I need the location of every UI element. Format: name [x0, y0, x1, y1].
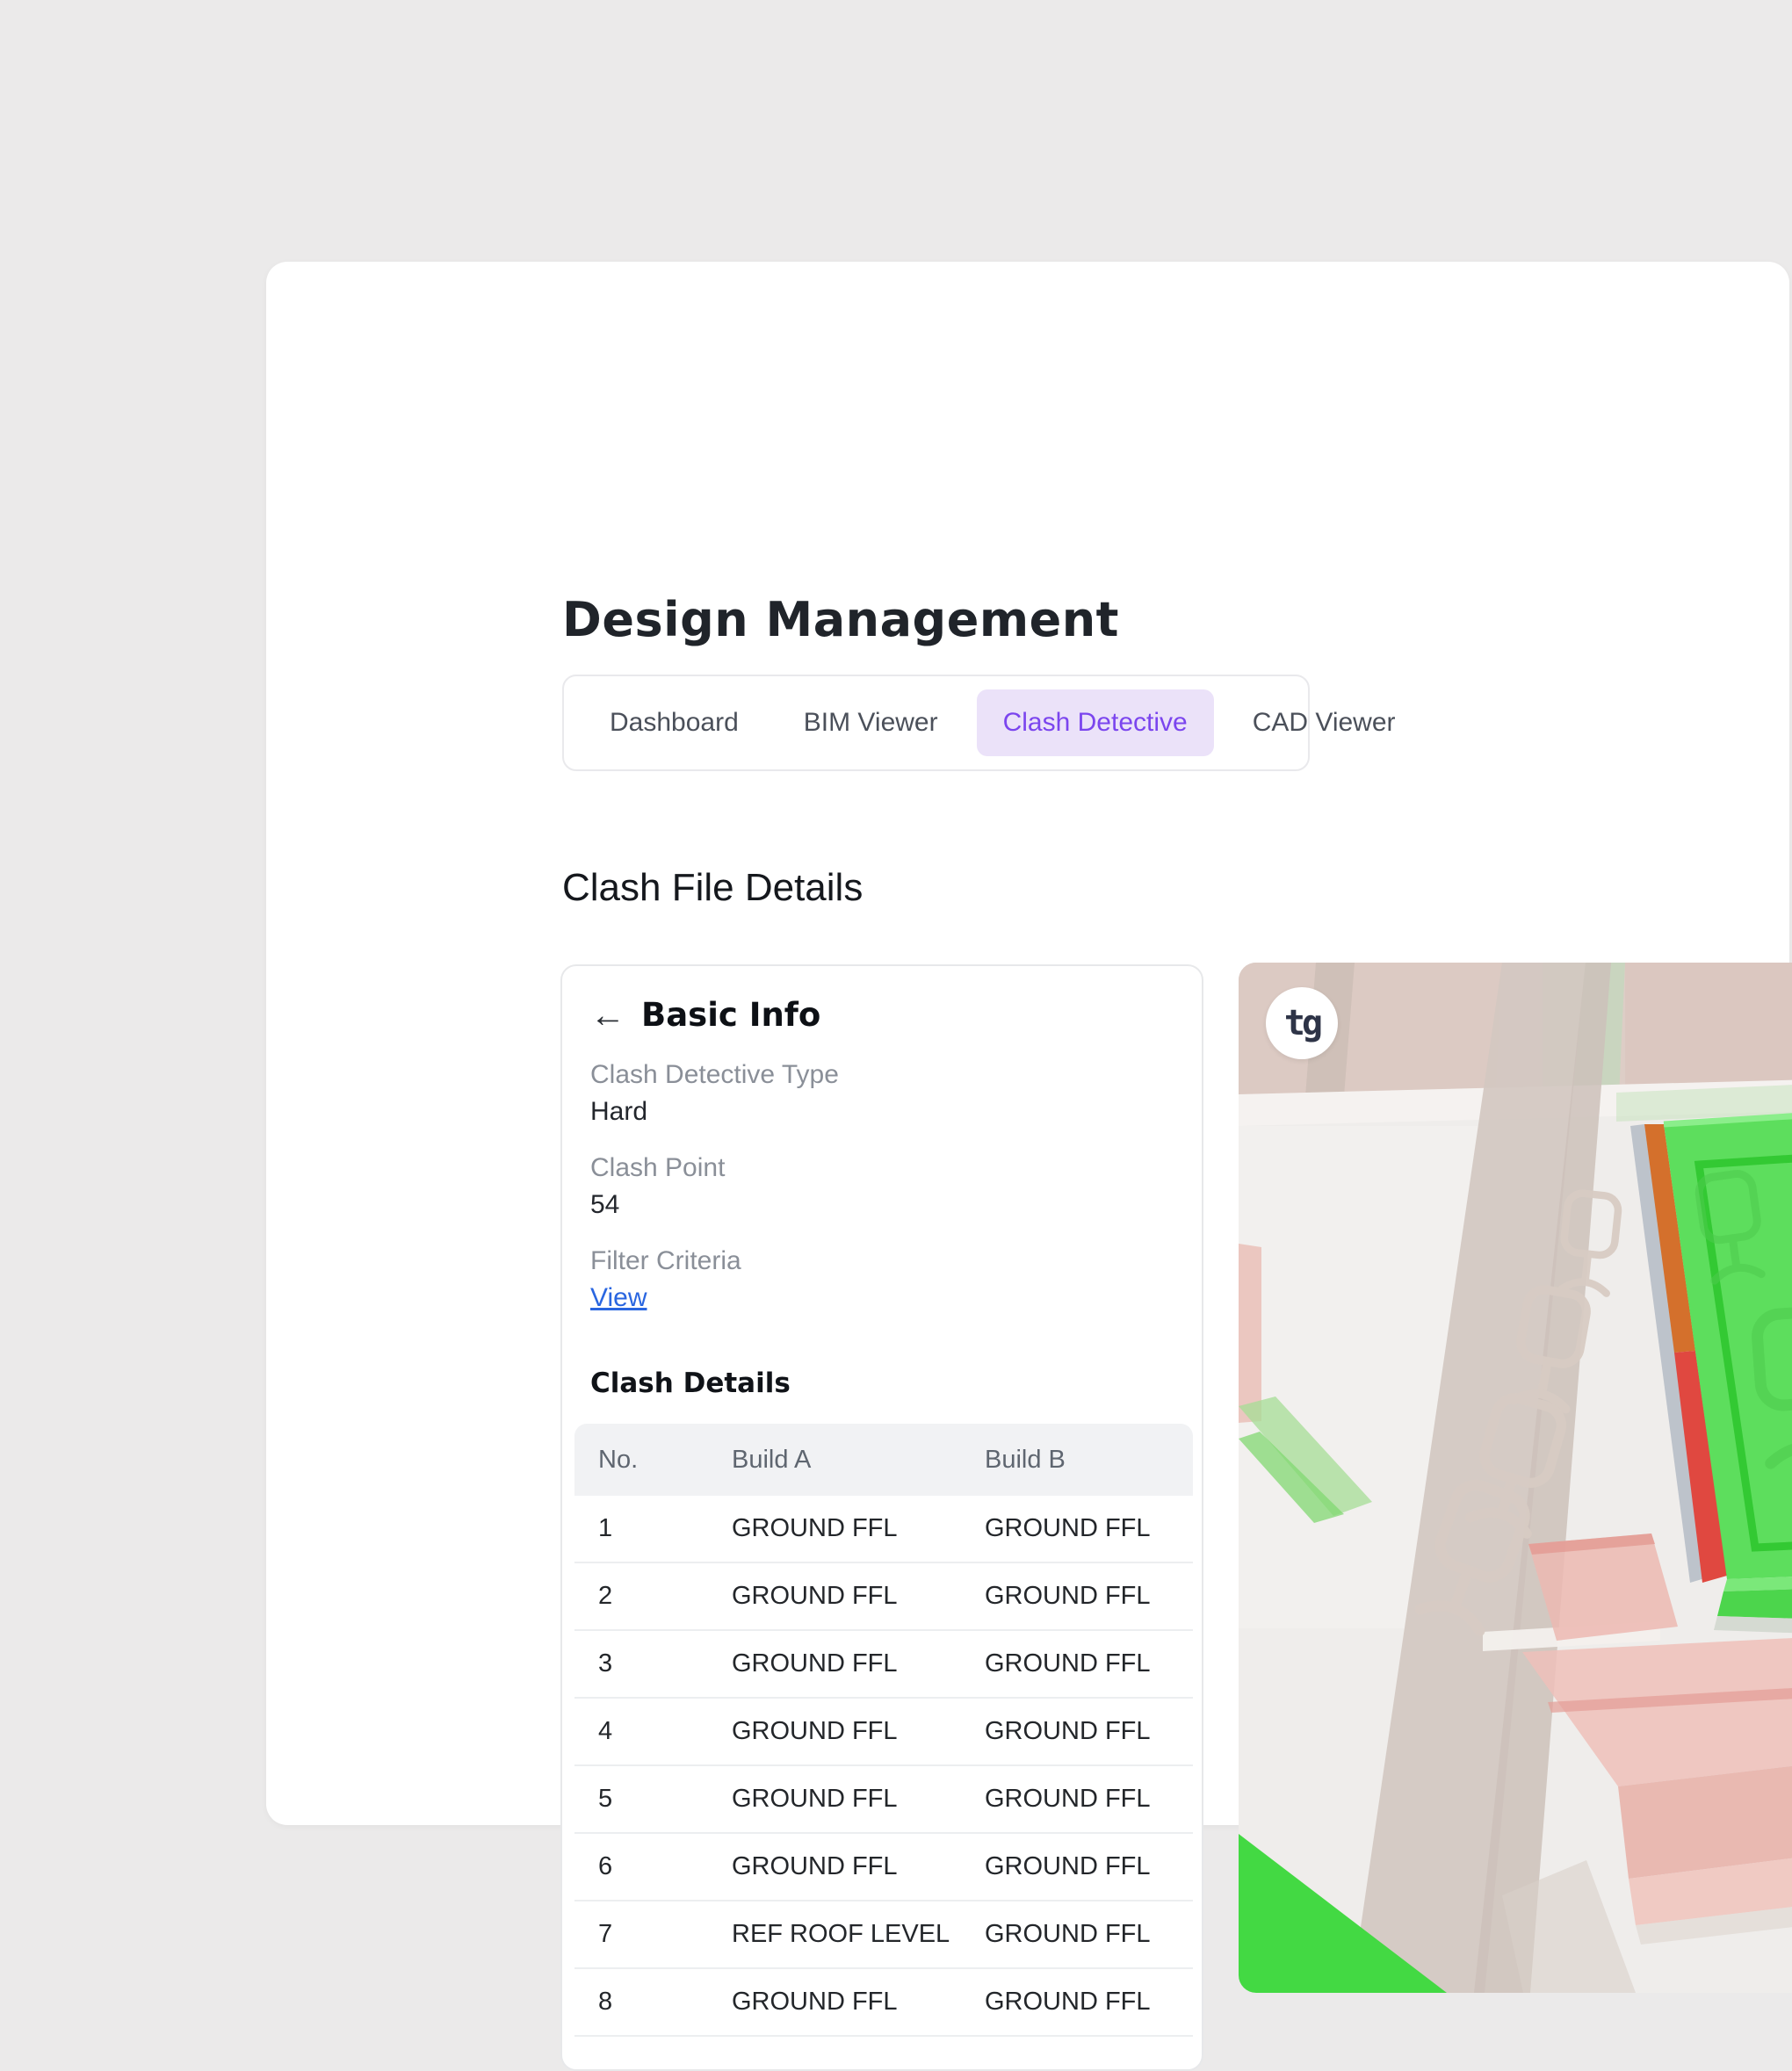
cell-build-a: GROUND FFL — [732, 1988, 985, 2017]
section-heading: Clash File Details — [562, 866, 863, 910]
cell-build-b: GROUND FFL — [985, 1852, 1193, 1881]
cell-build-b: GROUND FFL — [985, 1920, 1193, 1949]
cell-build-a: GROUND FFL — [732, 1582, 985, 1611]
clash-point-field: Clash Point 54 — [590, 1153, 1174, 1220]
filter-view-link[interactable]: View — [590, 1283, 647, 1312]
col-build-a: Build A — [732, 1446, 985, 1475]
cell-build-a: REF ROOF LEVEL — [732, 1920, 985, 1949]
table-row[interactable]: 8 GROUND FFL GROUND FFL — [574, 1969, 1193, 2037]
cell-no: 2 — [598, 1582, 732, 1611]
col-build-b: Build B — [985, 1446, 1193, 1475]
cell-no: 7 — [598, 1920, 732, 1949]
table-body: 1 GROUND FFL GROUND FFL 2 GROUND FFL GRO… — [574, 1496, 1193, 2037]
tab-clash-detective[interactable]: Clash Detective — [977, 689, 1214, 756]
cell-build-a: GROUND FFL — [732, 1717, 985, 1746]
basic-info-panel: ← Basic Info Clash Detective Type Hard C… — [560, 964, 1203, 2071]
cell-build-b: GROUND FFL — [985, 1582, 1193, 1611]
table-header-row: No. Build A Build B — [574, 1424, 1193, 1496]
clash-type-value: Hard — [590, 1097, 1174, 1127]
cell-no: 4 — [598, 1717, 732, 1746]
tg-logo: tg — [1284, 1003, 1319, 1043]
cell-no: 3 — [598, 1649, 732, 1678]
table-row[interactable]: 1 GROUND FFL GROUND FFL — [574, 1496, 1193, 1563]
cell-build-b: GROUND FFL — [985, 1988, 1193, 2017]
tab-dashboard[interactable]: Dashboard — [583, 689, 765, 756]
cell-no: 5 — [598, 1785, 732, 1814]
col-no: No. — [598, 1446, 732, 1475]
tab-bim-viewer[interactable]: BIM Viewer — [777, 689, 965, 756]
cell-no: 1 — [598, 1514, 732, 1543]
cell-build-b: GROUND FFL — [985, 1717, 1193, 1746]
clash-point-value: 54 — [590, 1190, 1174, 1220]
table-row[interactable]: 6 GROUND FFL GROUND FFL — [574, 1834, 1193, 1901]
filter-criteria-field: Filter Criteria View — [590, 1246, 1174, 1313]
cell-build-a: GROUND FFL — [732, 1514, 985, 1543]
cell-no: 8 — [598, 1988, 732, 2017]
cell-build-a: GROUND FFL — [732, 1785, 985, 1814]
tab-cad-viewer[interactable]: CAD Viewer — [1226, 689, 1422, 756]
clash-details-table: No. Build A Build B 1 GROUND FFL GROUND … — [574, 1424, 1193, 2071]
design-management-card: Design Management Dashboard BIM Viewer C… — [266, 262, 1789, 1825]
clash-point-label: Clash Point — [590, 1153, 1174, 1183]
cell-build-b: GROUND FFL — [985, 1514, 1193, 1543]
table-row[interactable]: 5 GROUND FFL GROUND FFL — [574, 1766, 1193, 1834]
table-row[interactable]: 2 GROUND FFL GROUND FFL — [574, 1563, 1193, 1631]
cell-build-a: GROUND FFL — [732, 1852, 985, 1881]
panel-title: Basic Info — [641, 996, 820, 1034]
bim-3d-scene — [1239, 963, 1792, 1993]
cell-no: 6 — [598, 1852, 732, 1881]
tab-bar: Dashboard BIM Viewer Clash Detective CAD… — [562, 675, 1310, 771]
back-arrow-icon[interactable]: ← — [590, 998, 625, 1033]
clash-type-field: Clash Detective Type Hard — [590, 1060, 1174, 1127]
table-row-partial — [574, 2037, 1193, 2071]
viewer-logo-badge[interactable]: tg — [1266, 987, 1338, 1059]
clash-3d-viewer[interactable]: tg — [1239, 963, 1792, 1993]
cell-build-b: GROUND FFL — [985, 1649, 1193, 1678]
clash-details-heading: Clash Details — [590, 1367, 1174, 1399]
page-title: Design Management — [562, 592, 1119, 647]
table-row[interactable]: 3 GROUND FFL GROUND FFL — [574, 1631, 1193, 1699]
clash-type-label: Clash Detective Type — [590, 1060, 1174, 1090]
table-row[interactable]: 4 GROUND FFL GROUND FFL — [574, 1699, 1193, 1766]
cell-build-b: GROUND FFL — [985, 1785, 1193, 1814]
filter-criteria-label: Filter Criteria — [590, 1246, 1174, 1276]
table-row[interactable]: 7 REF ROOF LEVEL GROUND FFL — [574, 1901, 1193, 1969]
cell-build-a: GROUND FFL — [732, 1649, 985, 1678]
